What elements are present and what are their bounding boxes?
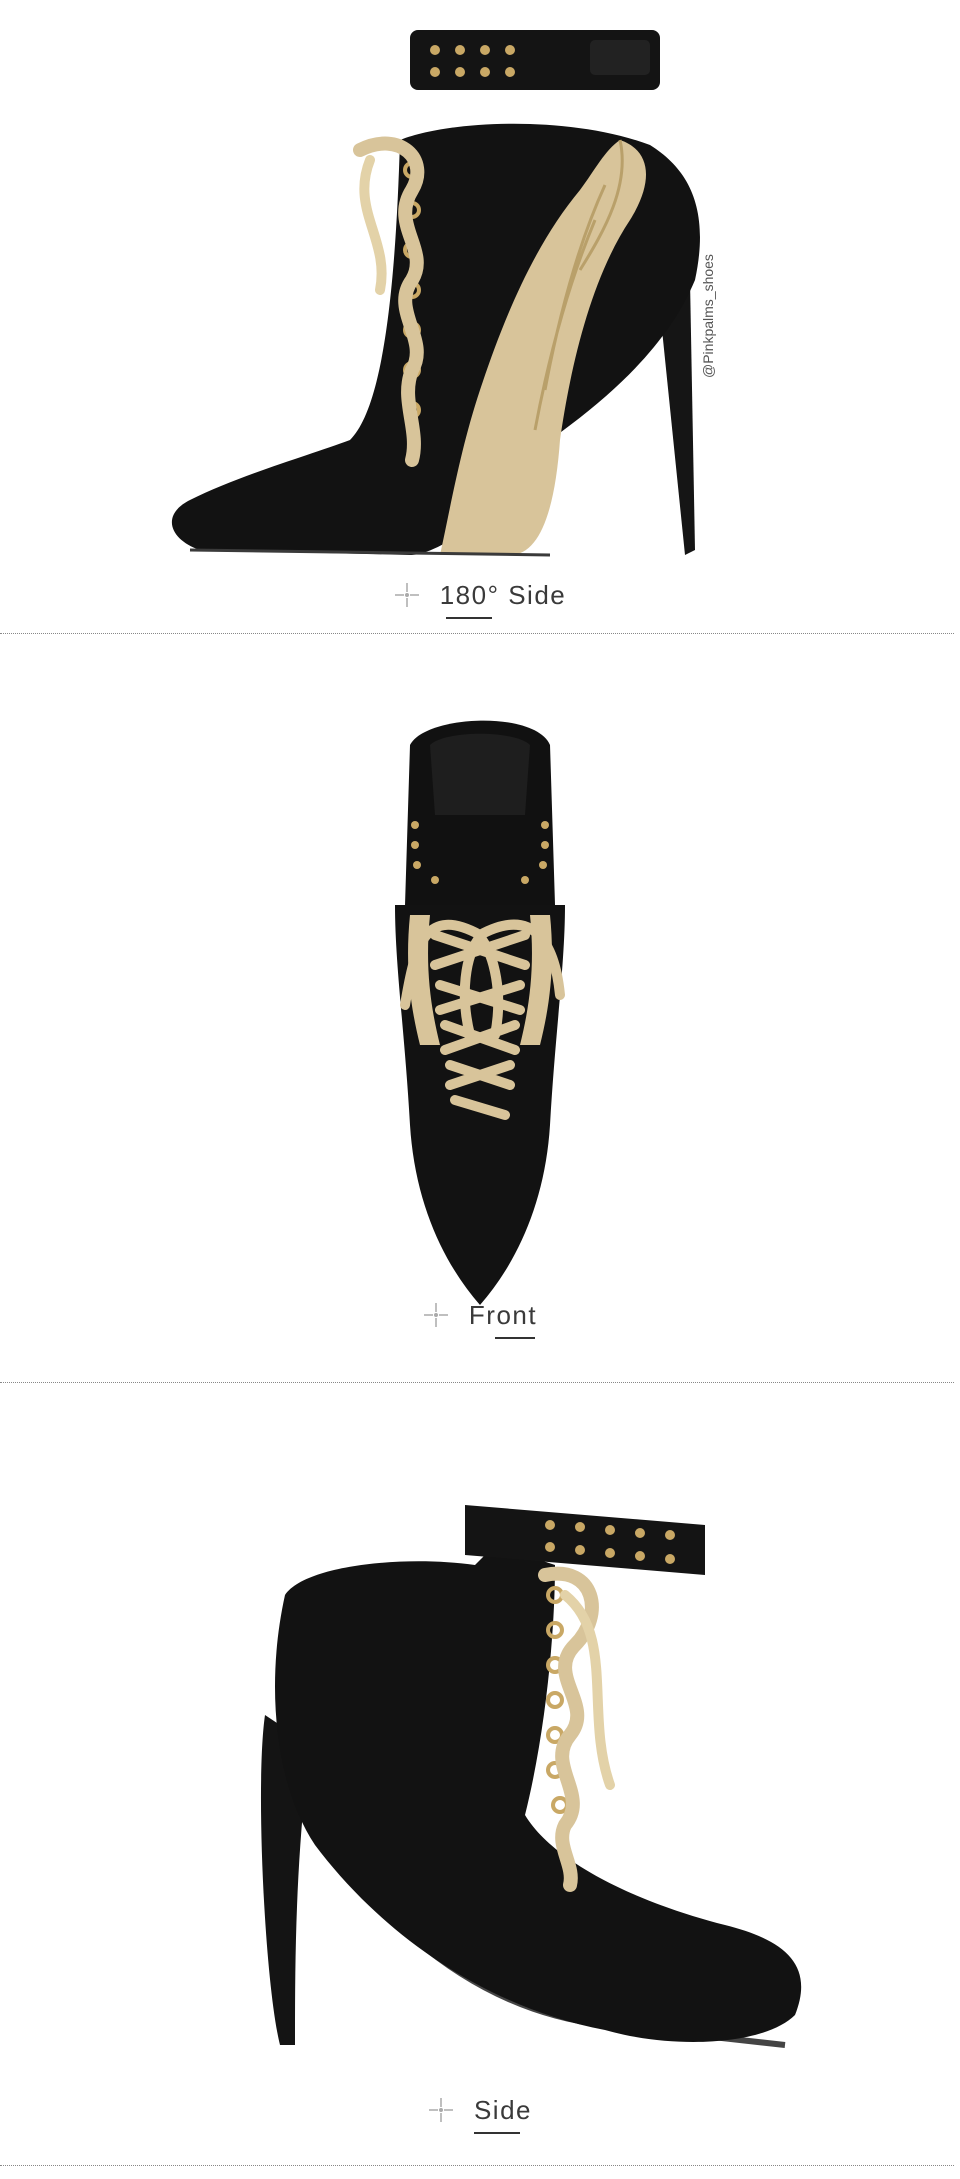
view-front: Front: [0, 640, 960, 1385]
caption-label: Side: [473, 2094, 533, 2125]
section-divider: [0, 2165, 954, 2166]
shoe-photo-side: [225, 1485, 825, 2065]
caption-label: 180° Side: [439, 579, 567, 610]
section-divider: [0, 633, 954, 634]
crosshair-sparkle-icon: [394, 583, 419, 607]
crosshair-sparkle-icon: [423, 1303, 448, 1327]
section-divider: [0, 1382, 954, 1383]
shoe-photo-180-side: [150, 10, 730, 570]
view-180-side: @Pinkpalms_shoes 180° Side: [0, 0, 960, 640]
caption-underline: [473, 2131, 520, 2134]
caption-front: Front: [0, 1295, 960, 1339]
crosshair-sparkle-icon: [428, 2098, 453, 2122]
caption-label: Front: [468, 1299, 538, 1330]
caption-underline: [445, 616, 492, 619]
watermark-text: @Pinkpalms_shoes: [700, 254, 716, 378]
caption-180-side: 180° Side: [0, 575, 960, 619]
shoe-photo-front: [385, 705, 575, 1315]
caption-underline: [494, 1336, 535, 1339]
view-side: Side: [0, 1385, 960, 2179]
caption-side: Side: [0, 2090, 960, 2134]
